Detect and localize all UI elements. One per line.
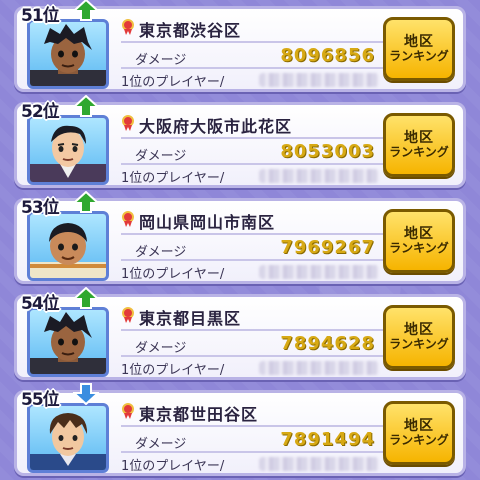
avatar [27,403,109,473]
dark-hair-boy-avatar-icon [30,24,106,86]
damage-label: ダメージ [135,53,187,68]
district-name: 東京都世田谷区 [139,405,259,424]
button-label-line2: ランキング [389,433,449,448]
button-label-line2: ランキング [389,145,449,160]
rank-label: 52位 [21,102,60,122]
district-ranking-button[interactable]: 地区 ランキング [383,305,455,369]
rank-up-arrow-icon [73,287,99,309]
divider [121,451,385,453]
divider [121,41,385,43]
medal-icon [122,19,134,35]
rank-label: 55位 [21,390,60,410]
medal-icon [122,115,134,131]
avatar [27,211,109,281]
top-player-label: 1位のプレイヤー/ [121,75,225,90]
divider [121,259,385,261]
ranking-list: 51位 東京都渋谷区 ダメージ 8096856 1位のプレイヤー/ 地区 ランキ… [0,0,480,480]
top-player-label: 1位のプレイヤー/ [121,459,225,474]
medal-icon [122,307,134,323]
button-label-line2: ランキング [389,241,449,256]
divider [121,329,385,331]
damage-label: ダメージ [135,341,187,356]
top-player-label: 1位のプレイヤー/ [121,267,225,282]
damage-value: 7969267 [280,237,375,258]
button-label-line1: 地区 [404,418,434,435]
medal-icon [122,403,134,419]
rank-label: 54位 [21,294,60,314]
top-player-label: 1位のプレイヤー/ [121,171,225,186]
district-name: 東京都目黒区 [139,309,242,328]
rank-up-arrow-icon [73,0,99,21]
district-ranking-button[interactable]: 地区 ランキング [383,209,455,273]
rank-down-arrow-icon [73,383,99,405]
button-label-line1: 地区 [404,226,434,243]
damage-label: ダメージ [135,245,187,260]
ranking-row: 52位 大阪府大阪市此花区 ダメージ 8053003 1位のプレイヤー/ 地区 [14,95,466,188]
avatar [27,19,109,89]
district-name: 大阪府大阪市此花区 [139,117,293,136]
ranking-row: 54位 東京都目黒区 ダメージ 7894628 1位のプレイヤー/ 地区 ランキ… [14,287,466,380]
blurred-player-name [259,457,379,471]
damage-value: 8096856 [280,45,375,66]
divider [121,425,385,427]
top-player-label: 1位のプレイヤー/ [121,363,225,378]
district-ranking-button[interactable]: 地区 ランキング [383,401,455,465]
damage-value: 7891494 [280,429,375,450]
button-label-line1: 地区 [404,130,434,147]
avatar [27,115,109,185]
rank-label: 51位 [21,6,60,26]
blurred-player-name [259,73,379,87]
damage-value: 8053003 [280,141,375,162]
suit-man-avatar-icon [30,125,106,182]
divider [121,163,385,165]
damage-value: 7894628 [280,333,375,354]
district-name: 東京都渋谷区 [139,21,242,40]
divider [121,233,385,235]
blurred-player-name [259,361,379,375]
blurred-player-name [259,169,379,183]
divider [121,67,385,69]
rank-label: 53位 [21,198,60,218]
dark-hair-boy-avatar-icon [30,312,106,374]
damage-label: ダメージ [135,437,187,452]
brown-hair-boy-avatar-icon [30,413,106,470]
district-ranking-button[interactable]: 地区 ランキング [383,113,455,177]
button-label-line2: ランキング [389,49,449,64]
button-label-line1: 地区 [404,34,434,51]
medal-icon [122,211,134,227]
button-label-line2: ランキング [389,337,449,352]
district-ranking-button[interactable]: 地区 ランキング [383,17,455,81]
ranking-row: 53位 岡山県岡山市南区 ダメージ 7969267 1位のプレイヤー/ 地区 ラ… [14,191,466,284]
blurred-player-name [259,265,379,279]
damage-label: ダメージ [135,149,187,164]
ranking-row: 55位 東京都世田谷区 ダメージ 7891494 1位のプレイヤー/ 地区 ラン… [14,383,466,476]
divider [121,137,385,139]
rank-up-arrow-icon [73,191,99,213]
divider [121,355,385,357]
button-label-line1: 地区 [404,322,434,339]
ranking-row: 51位 東京都渋谷区 ダメージ 8096856 1位のプレイヤー/ 地区 ランキ… [14,0,466,92]
avatar [27,307,109,377]
district-name: 岡山県岡山市南区 [139,213,276,232]
round-boy-avatar-icon [30,223,106,278]
rank-up-arrow-icon [73,95,99,117]
